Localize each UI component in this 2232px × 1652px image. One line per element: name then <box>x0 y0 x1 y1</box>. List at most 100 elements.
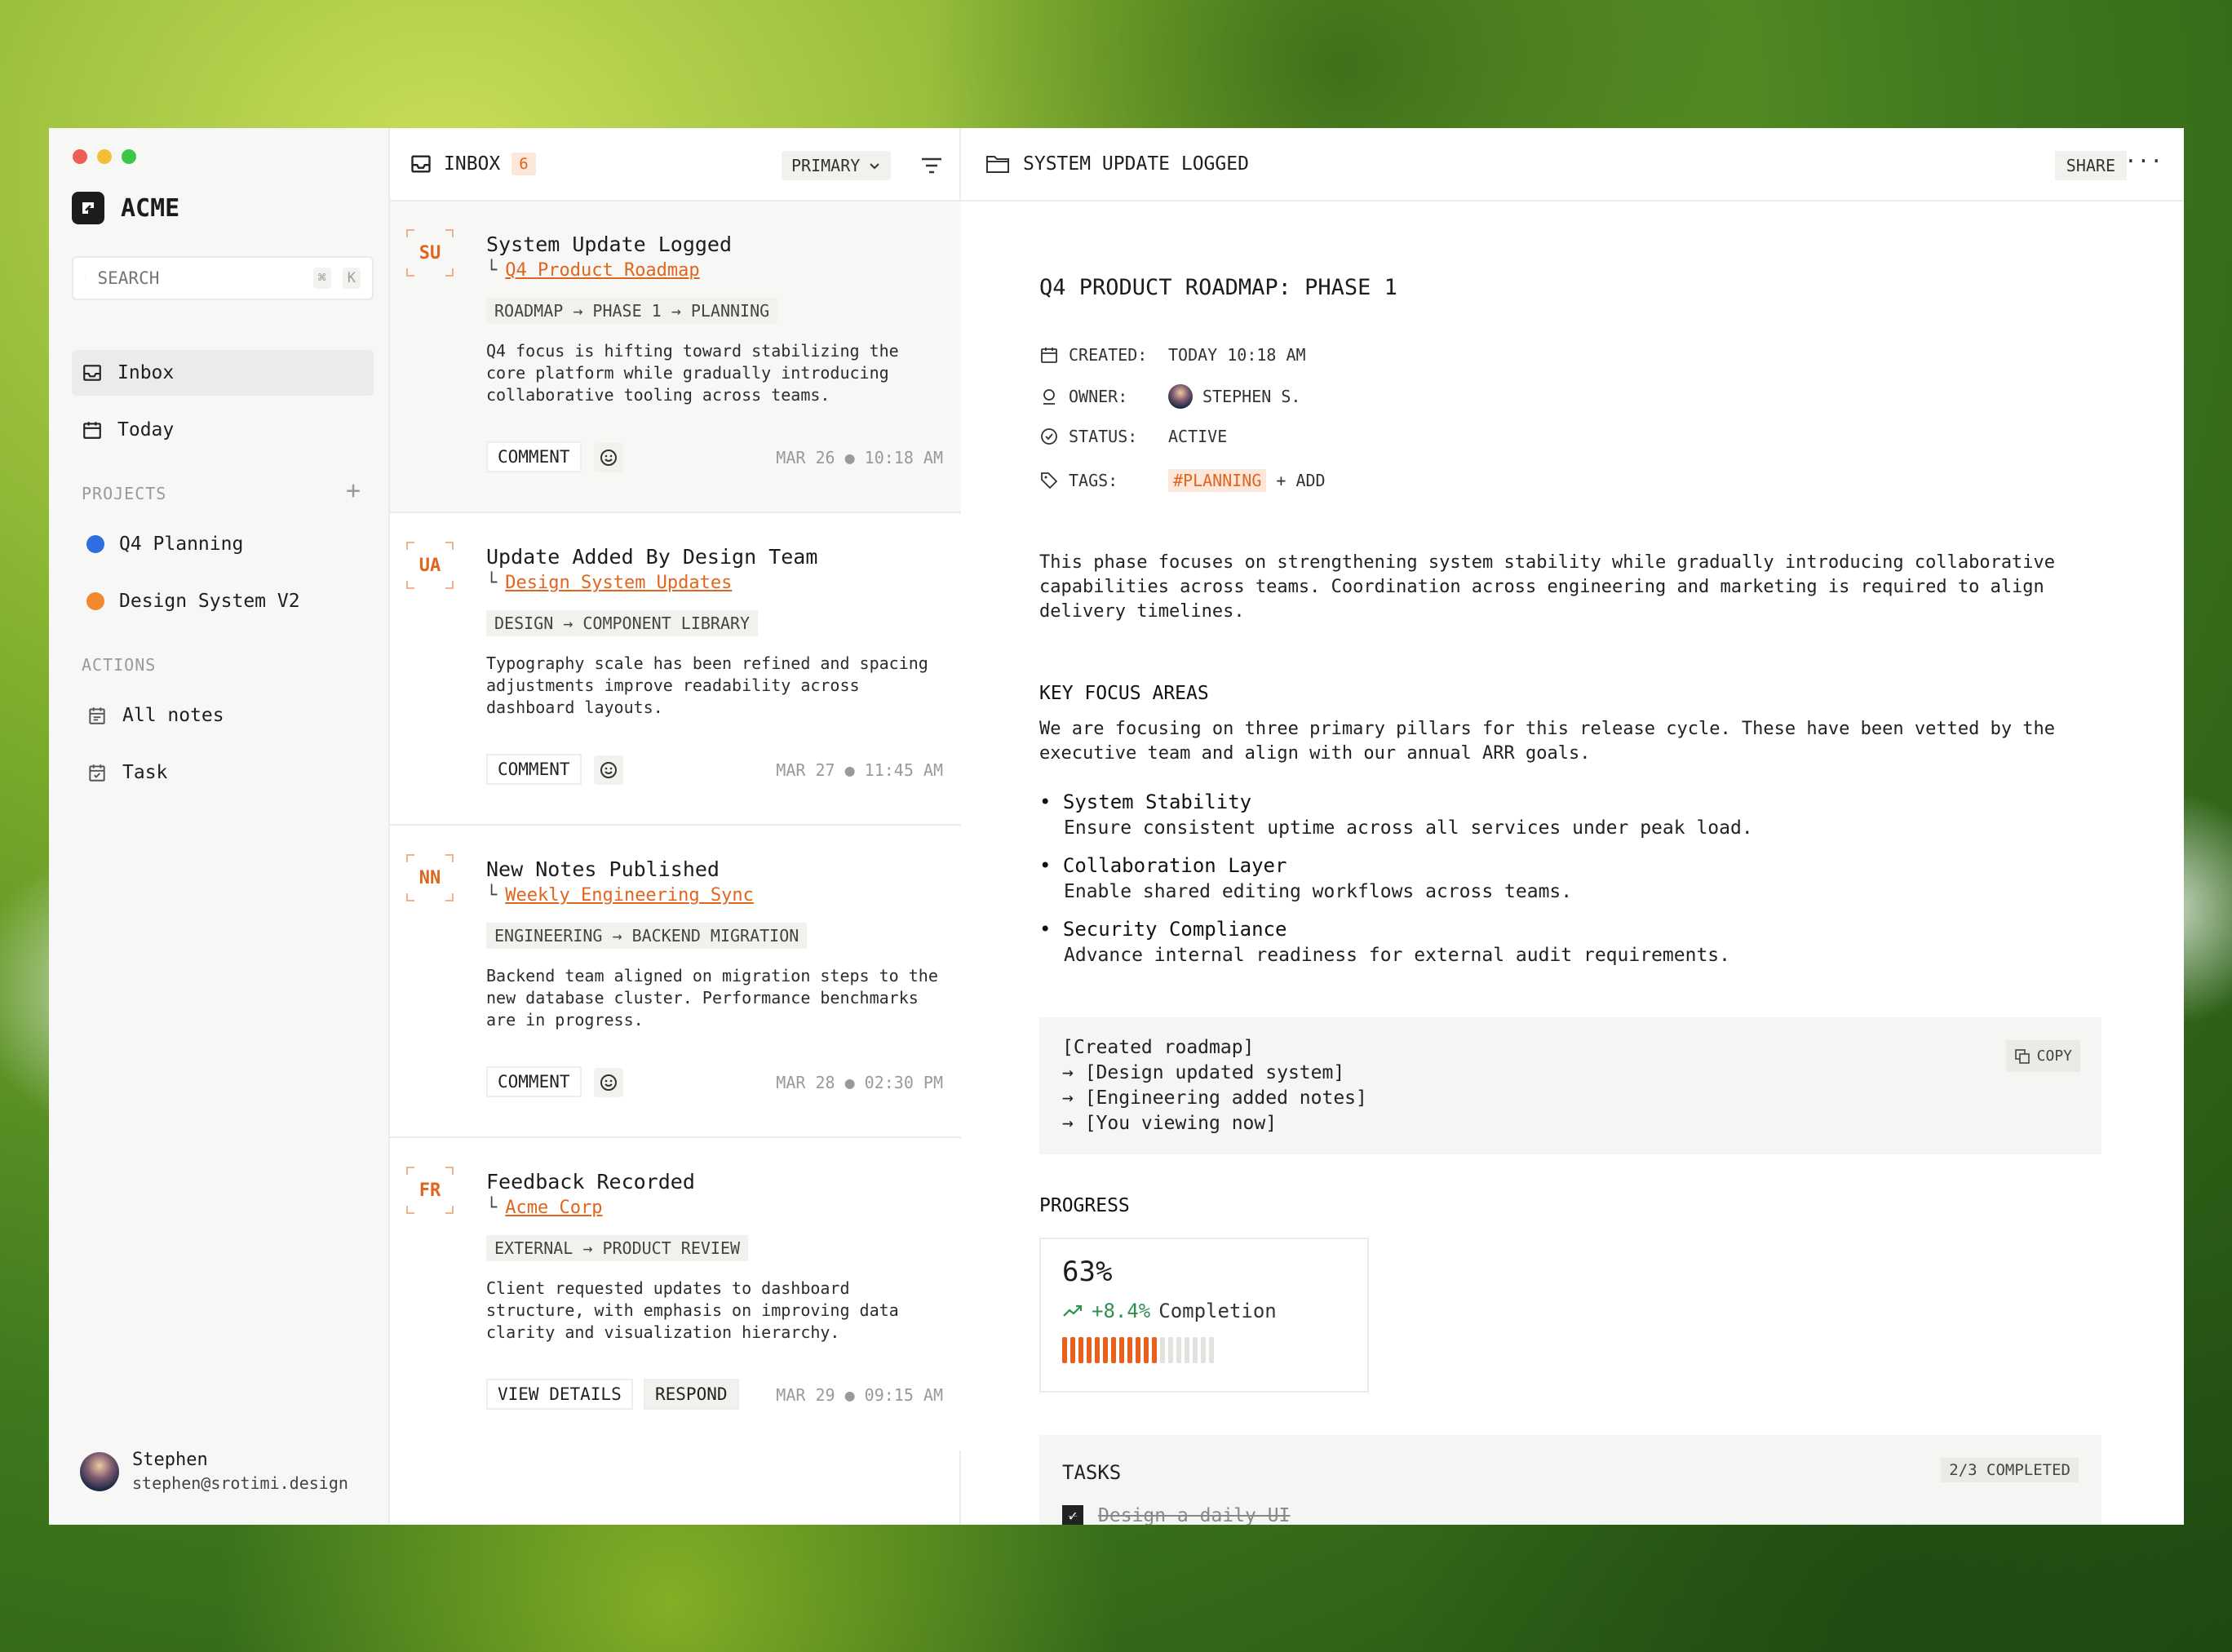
intro-paragraph: This phase focuses on strengthening syst… <box>1039 552 2056 622</box>
card-link[interactable]: Design System Updates <box>505 573 732 593</box>
sidebar-item-q4-planning[interactable]: Q4 Planning <box>72 521 374 567</box>
inbox-card[interactable]: NN New Notes Published └ Weekly Engineeri… <box>390 826 961 1138</box>
emoji-reaction-button[interactable] <box>594 1068 623 1097</box>
minimize-window-button[interactable] <box>97 149 112 164</box>
search-icon <box>85 277 86 279</box>
card-link-row: └ Q4 Product Roadmap <box>486 260 700 281</box>
inbox-card[interactable]: SU System Update Logged └ Q4 Product Road… <box>390 202 961 513</box>
progress-segment <box>1111 1337 1116 1363</box>
tasks-count-badge: 2/3 COMPLETED <box>1941 1458 2079 1482</box>
copy-icon <box>2014 1048 2030 1064</box>
meta-label: OWNER: <box>1069 387 1128 406</box>
folder-icon <box>986 156 1009 173</box>
close-window-button[interactable] <box>73 149 87 164</box>
card-link[interactable]: Weekly Engineering Sync <box>505 885 754 906</box>
smiley-icon <box>600 450 617 466</box>
sidebar-item-label: Inbox <box>117 362 175 383</box>
detail-header-title: SYSTEM UPDATE LOGGED <box>1023 153 1249 175</box>
progress-segment <box>1176 1337 1181 1363</box>
brand[interactable]: ACME <box>72 192 179 224</box>
project-color-dot <box>86 535 104 553</box>
filter-icon[interactable] <box>920 156 943 175</box>
task-item[interactable]: ✓ Design a daily UI <box>1062 1505 1290 1525</box>
code-line: → [Design updated system] <box>1062 1062 1345 1083</box>
app-logo-icon <box>72 192 104 224</box>
card-date: MAR 28 <box>776 1073 835 1092</box>
card-timestamp: MAR 28 ● 02:30 PM <box>776 1073 943 1092</box>
card-initials: FR <box>406 1167 454 1214</box>
projects-header: PROJECTS <box>82 484 167 503</box>
actions-header: ACTIONS <box>82 655 157 675</box>
view-details-button[interactable]: VIEW DETAILS <box>486 1379 633 1410</box>
card-link[interactable]: Q4 Product Roadmap <box>505 260 699 281</box>
card-time: 10:18 AM <box>864 448 943 467</box>
user-icon <box>1043 389 1055 405</box>
trend-up-icon <box>1063 1304 1083 1317</box>
avatar <box>80 1451 119 1491</box>
app-window: ACME ⌘ K Inbox Today PROJECTS + Q4 Plann… <box>49 128 2184 1525</box>
progress-segment <box>1119 1337 1124 1363</box>
copy-button[interactable]: COPY <box>2005 1040 2080 1072</box>
task-icon <box>89 764 105 782</box>
pillar-item: • Security Compliance Advance internal re… <box>1039 916 1730 968</box>
inbox-card[interactable]: FR Feedback Recorded └ Acme Corp EXTERNAL… <box>390 1139 961 1450</box>
pillar-desc: Ensure consistent uptime across all serv… <box>1064 817 1753 839</box>
shortcut-cmd: ⌘ <box>312 268 331 289</box>
sidebar-item-task[interactable]: Task <box>72 750 374 795</box>
progress-segment <box>1070 1337 1075 1363</box>
add-tag-button[interactable]: + ADD <box>1276 471 1325 490</box>
progress-heading: PROGRESS <box>1039 1195 1130 1216</box>
checkbox-checked-icon[interactable]: ✓ <box>1062 1505 1083 1525</box>
sidebar-item-inbox[interactable]: Inbox <box>72 350 374 396</box>
card-link[interactable]: Acme Corp <box>505 1198 602 1218</box>
progress-segment <box>1193 1337 1198 1363</box>
add-tag-label: ADD <box>1295 471 1326 490</box>
smiley-icon <box>600 1074 617 1091</box>
tag-planning[interactable]: #PLANNING <box>1168 469 1267 492</box>
card-body: Q4 focus is hifting toward stabilizing t… <box>486 341 899 405</box>
emoji-reaction-button[interactable] <box>594 443 623 472</box>
progress-label: Completion <box>1158 1300 1277 1322</box>
progress-segment <box>1078 1337 1083 1363</box>
user-profile[interactable]: Stephen stephen@srotimi.design <box>80 1450 348 1493</box>
card-body: Client requested updates to dashboard st… <box>486 1278 899 1342</box>
search-box[interactable]: ⌘ K <box>72 256 374 300</box>
comment-button[interactable]: COMMENT <box>486 441 582 472</box>
add-project-button[interactable]: + <box>346 479 361 503</box>
card-body: Backend team aligned on migration steps … <box>486 966 938 1030</box>
meta-status: STATUS: ACTIVE <box>1039 427 1227 446</box>
card-date: MAR 26 <box>776 448 835 467</box>
card-timestamp: MAR 26 ● 10:18 AM <box>776 448 943 467</box>
sidebar-item-today[interactable]: Today <box>72 407 374 453</box>
share-button[interactable]: SHARE <box>2054 151 2127 180</box>
inbox-icon <box>411 155 431 173</box>
card-link-row: └ Acme Corp <box>486 1198 602 1218</box>
respond-button[interactable]: RESPOND <box>644 1379 739 1410</box>
focus-paragraph: We are focusing on three primary pillars… <box>1039 719 2056 764</box>
user-email: stephen@srotimi.design <box>132 1473 348 1493</box>
sidebar-item-all-notes[interactable]: All notes <box>72 693 374 738</box>
emoji-reaction-button[interactable] <box>594 755 623 785</box>
inbox-card[interactable]: UA Update Added By Design Team └ Design S… <box>390 514 961 826</box>
meta-label: STATUS: <box>1069 427 1138 446</box>
tag-icon <box>1041 472 1058 489</box>
more-options-icon[interactable]: ··· <box>2124 149 2163 174</box>
progress-segment <box>1087 1337 1092 1363</box>
maximize-window-button[interactable] <box>122 149 136 164</box>
progress-segment <box>1095 1337 1100 1363</box>
comment-button[interactable]: COMMENT <box>486 754 582 785</box>
progress-segment <box>1136 1337 1140 1363</box>
progress-segment <box>1062 1337 1067 1363</box>
pillar-desc: Advance internal readiness for external … <box>1064 945 1730 966</box>
sidebar-item-design-system[interactable]: Design System V2 <box>72 578 374 624</box>
check-circle-icon <box>1041 428 1057 445</box>
card-title: System Update Logged <box>486 233 733 256</box>
pillar-item: • Collaboration Layer Enable shared editi… <box>1039 853 1572 905</box>
primary-filter-dropdown[interactable]: PRIMARY <box>782 151 892 180</box>
search-input[interactable] <box>97 268 302 288</box>
comment-button[interactable]: COMMENT <box>486 1066 582 1097</box>
progress-segment <box>1152 1337 1157 1363</box>
card-initials: NN <box>406 854 454 901</box>
pillar-title: Security Compliance <box>1062 918 1287 941</box>
card-time: 02:30 PM <box>864 1073 943 1092</box>
